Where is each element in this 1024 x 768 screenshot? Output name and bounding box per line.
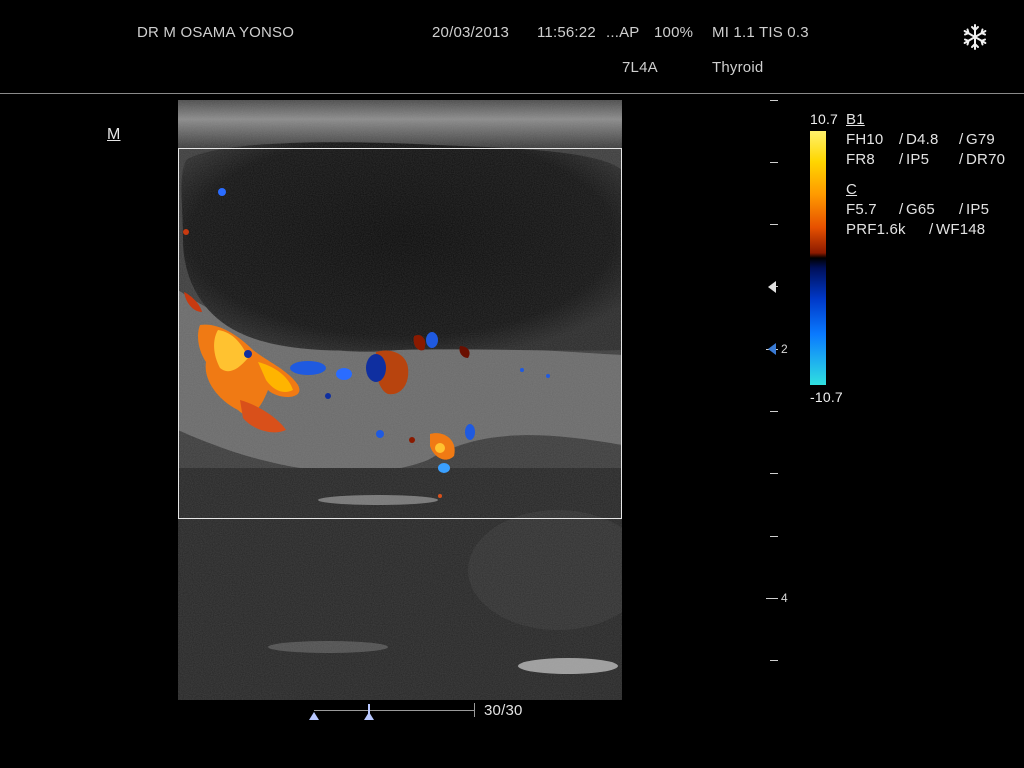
header-divider-left xyxy=(0,93,408,94)
cine-end-marker-icon[interactable] xyxy=(364,712,374,720)
depth-tick xyxy=(770,536,778,537)
b-param-dr: DR70 xyxy=(966,151,1006,168)
depth-tick xyxy=(770,224,778,225)
param-separator: / xyxy=(959,131,964,148)
depth-tick xyxy=(770,660,778,661)
color-focus-marker-icon[interactable] xyxy=(768,343,776,355)
param-separator: / xyxy=(929,221,934,238)
b-param-fr: FR8 xyxy=(846,151,875,168)
color-scale-max: 10.7 xyxy=(810,111,839,127)
exam-time: 11:56:22 xyxy=(537,24,596,41)
operator-name: DR M OSAMA YONSO xyxy=(137,24,295,41)
cine-scrollbar[interactable] xyxy=(314,710,474,711)
b-param-fh: FH10 xyxy=(846,131,884,148)
param-separator: / xyxy=(959,151,964,168)
preset-name: Thyroid xyxy=(712,59,764,76)
cine-frame-counter: 30/30 xyxy=(484,702,523,719)
c-param-prf: PRF1.6k xyxy=(846,221,906,238)
color-velocity-bar xyxy=(810,131,826,385)
exam-date: 20/03/2013 xyxy=(432,24,510,41)
depth-tick xyxy=(770,100,778,101)
depth-tick xyxy=(770,473,778,474)
c-param-freq: F5.7 xyxy=(846,201,877,218)
depth-tick xyxy=(770,162,778,163)
param-separator: / xyxy=(899,131,904,148)
c-param-gain: G65 xyxy=(906,201,935,218)
b-param-depth: D4.8 xyxy=(906,131,939,148)
orientation-marker: M xyxy=(107,126,121,143)
depth-tick xyxy=(770,411,778,412)
b-mode-title: B1 xyxy=(846,111,865,128)
mode-indicator: ...AP xyxy=(606,24,640,41)
depth-label-4: 4 xyxy=(781,591,788,605)
mi-tis-readout: MI 1.1 TIS 0.3 xyxy=(712,24,809,41)
c-param-wf: WF148 xyxy=(936,221,986,238)
focus-marker-icon[interactable] xyxy=(768,281,776,293)
color-roi-box[interactable] xyxy=(178,148,622,519)
color-mode-title: C xyxy=(846,181,858,198)
b-param-gain: G79 xyxy=(966,131,995,148)
cine-scrollbar-end xyxy=(474,703,475,717)
cine-start-marker-icon[interactable] xyxy=(309,712,319,720)
acoustic-power: 100% xyxy=(654,24,694,41)
probe-name: 7L4A xyxy=(622,59,658,76)
param-separator: / xyxy=(899,151,904,168)
c-param-ip: IP5 xyxy=(966,201,990,218)
depth-label-2: 2 xyxy=(781,342,788,356)
snowflake-icon[interactable] xyxy=(961,23,989,51)
color-scale-min: -10.7 xyxy=(810,389,843,405)
depth-tick-major xyxy=(766,598,778,599)
header-divider-right xyxy=(408,93,1024,94)
param-separator: / xyxy=(899,201,904,218)
b-param-ip: IP5 xyxy=(906,151,930,168)
param-separator: / xyxy=(959,201,964,218)
